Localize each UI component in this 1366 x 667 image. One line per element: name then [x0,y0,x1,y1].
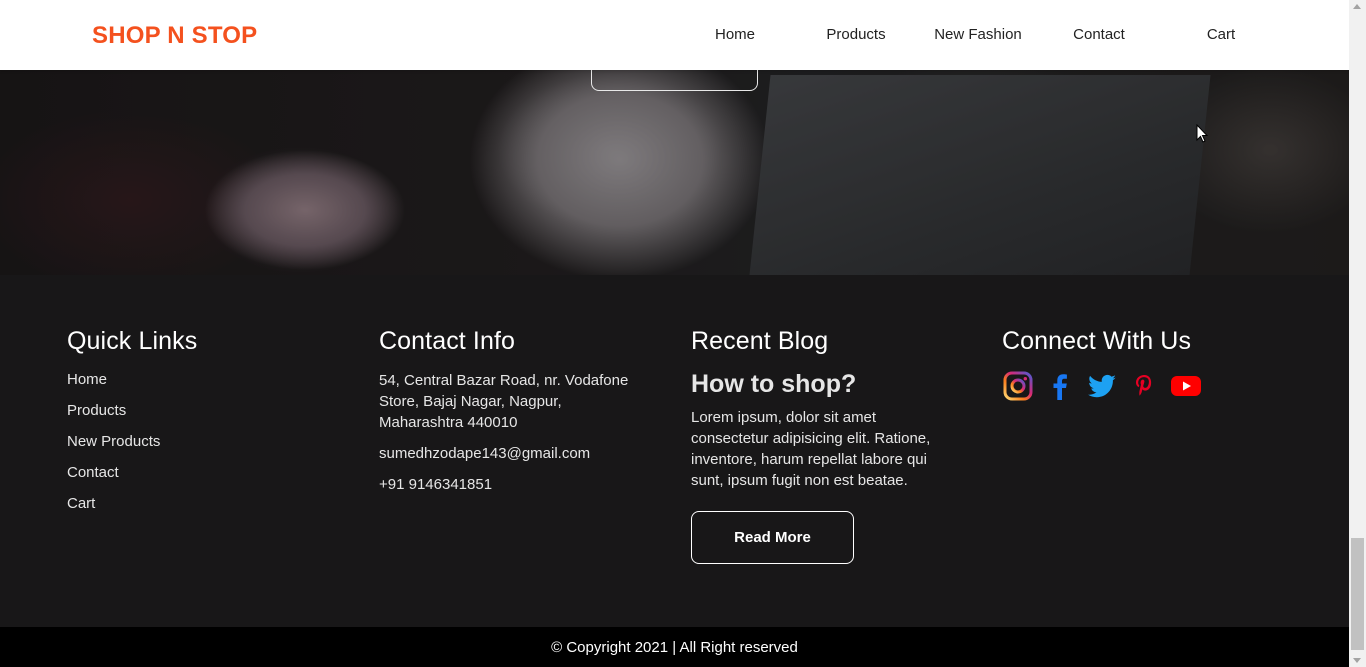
connect-title: Connect With Us [1002,327,1192,355]
logo[interactable]: SHOP N STOP [92,22,257,50]
social-links [1002,370,1302,402]
page: SHOP N STOP Home Products New Fashion Co… [0,0,1349,667]
contact-info-title: Contact Info [379,327,516,355]
nav-cart[interactable]: Cart [1166,26,1276,43]
quick-links-section: Quick Links Home Products New Products C… [67,327,347,525]
footer-link-contact[interactable]: Contact [67,463,347,483]
youtube-icon[interactable] [1170,370,1202,402]
page-scrollbar[interactable] [1349,0,1366,667]
quick-links-title: Quick Links [67,327,198,355]
copyright-bar: © Copyright 2021 | All Right reserved [0,627,1349,667]
pinterest-icon[interactable] [1128,370,1160,402]
footer-link-products[interactable]: Products [67,401,347,421]
scrollbar-thumb[interactable] [1351,538,1364,650]
nav-new-fashion[interactable]: New Fashion [923,26,1033,43]
mouse-cursor-icon [1196,123,1209,149]
scroll-up-icon[interactable] [1353,4,1361,9]
nav-contact[interactable]: Contact [1044,26,1154,43]
read-more-button[interactable]: Read More [691,511,854,564]
facebook-icon[interactable] [1044,370,1076,402]
instagram-icon[interactable] [1002,370,1034,402]
footer-link-home[interactable]: Home [67,370,347,390]
contact-address: 54, Central Bazar Road, nr. Vodafone Sto… [379,372,629,431]
blog-post-title: How to shop? [691,370,857,398]
connect-section: Connect With Us [1002,327,1302,402]
twitter-icon[interactable] [1086,370,1118,402]
footer-link-cart[interactable]: Cart [67,494,347,514]
scroll-down-icon[interactable] [1353,658,1361,663]
site-header: SHOP N STOP Home Products New Fashion Co… [0,0,1349,70]
nav-products[interactable]: Products [801,26,911,43]
recent-blog-title: Recent Blog [691,327,829,355]
footer-link-new-products[interactable]: New Products [67,432,347,452]
contact-email: sumedhzodape143@gmail.com [379,445,591,462]
copyright-text: © Copyright 2021 | All Right reserved [551,639,798,656]
blog-excerpt: Lorem ipsum, dolor sit amet consectetur … [691,409,931,489]
recent-blog-section: Recent Blog How to shop? Lorem ipsum, do… [691,327,956,564]
footer: Quick Links Home Products New Products C… [0,275,1349,627]
nav-home[interactable]: Home [680,26,790,43]
contact-info-section: Contact Info 54, Central Bazar Road, nr.… [379,327,649,505]
contact-phone: +91 9146341851 [379,476,493,493]
